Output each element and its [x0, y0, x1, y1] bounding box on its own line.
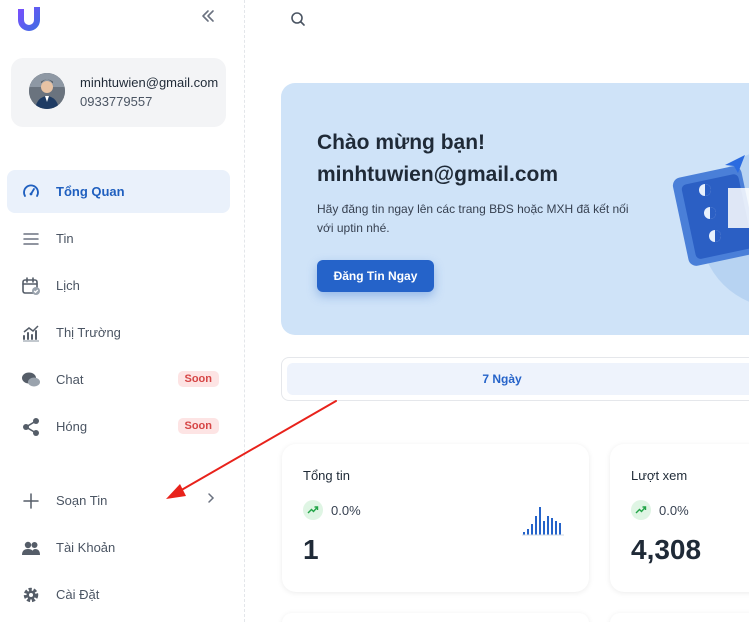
trend-up-icon	[631, 500, 651, 520]
app-root: minhtuwien@gmail.com 0933779557 Tổng Qua…	[0, 0, 749, 622]
profile-phone: 0933779557	[80, 94, 153, 109]
sparkline-chart	[522, 504, 568, 536]
stat-trend: 0.0%	[331, 503, 361, 518]
chevron-right-icon	[206, 491, 216, 508]
stat-value: 1	[303, 534, 319, 565]
profile-email: minhtuwien@gmail.com	[80, 75, 219, 90]
welcome-description: Hãy đăng tin ngay lên các trang BĐS hoặc…	[317, 202, 629, 235]
welcome-email: minhtuwien@gmail.com	[317, 163, 558, 186]
sidebar-item-label: Chat	[56, 372, 84, 387]
sidebar-item-chat[interactable]: Chat Soon	[7, 358, 230, 401]
profile-card[interactable]: minhtuwien@gmail.com 0933779557	[11, 58, 226, 127]
welcome-illustration	[670, 133, 749, 303]
sidebar-nav: Tổng Quan Tin Lịch Thị Trường Chat Soon …	[7, 170, 230, 452]
stat-title: Tổng tin	[303, 468, 350, 483]
stat-card-partial	[282, 613, 589, 622]
sidebar-item-thi-truong[interactable]: Thị Trường	[7, 311, 230, 354]
plus-icon	[21, 491, 41, 511]
collapse-sidebar-icon[interactable]	[198, 8, 218, 28]
sidebar-item-tin[interactable]: Tin	[7, 217, 230, 260]
calendar-check-icon	[21, 276, 41, 296]
welcome-banner: Chào mừng bạn! minhtuwien@gmail.com Hãy …	[281, 83, 749, 335]
welcome-title: Chào mừng bạn!	[317, 131, 486, 154]
sidebar-item-label: Tổng Quan	[56, 184, 125, 199]
stat-card-tong-tin: Tổng tin 0.0% 1	[282, 444, 589, 592]
sidebar-item-cai-dat[interactable]: Cài Đặt	[7, 573, 230, 616]
sidebar-item-label: Soạn Tin	[56, 493, 108, 508]
sidebar-item-label: Tài Khoản	[56, 540, 116, 555]
sidebar-item-hong[interactable]: Hóng Soon	[7, 405, 230, 448]
sidebar: minhtuwien@gmail.com 0933779557 Tổng Qua…	[0, 0, 245, 622]
stat-card-luot-xem: Lượt xem 0.0% 4,308	[610, 444, 749, 592]
market-chart-icon	[21, 323, 41, 343]
sidebar-item-lich[interactable]: Lịch	[7, 264, 230, 307]
soon-badge: Soon	[177, 418, 219, 434]
sidebar-item-label: Cài Đặt	[56, 587, 100, 602]
stat-value: 4,308	[631, 534, 702, 565]
tab-label: 7 Ngày	[482, 372, 522, 386]
share-nodes-icon	[21, 417, 41, 437]
search-icon[interactable]	[289, 10, 309, 30]
gear-icon	[21, 585, 41, 605]
soon-badge: Soon	[177, 371, 219, 387]
gauge-icon	[21, 182, 41, 202]
stat-trend: 0.0%	[659, 503, 689, 518]
tab-7-days[interactable]: 7 Ngày	[287, 363, 749, 395]
sidebar-item-label: Hóng	[56, 419, 88, 434]
post-now-button[interactable]: Đăng Tin Ngay	[317, 260, 434, 292]
avatar	[29, 73, 65, 109]
trend-up-icon	[303, 500, 323, 520]
menu-lines-icon	[21, 229, 41, 249]
sidebar-item-label: Lịch	[56, 278, 80, 293]
sidebar-item-soan-tin[interactable]: Soạn Tin	[7, 479, 230, 522]
sidebar-item-label: Thị Trường	[56, 325, 121, 340]
sidebar-item-tai-khoan[interactable]: Tài Khoản	[7, 526, 230, 569]
users-icon	[21, 538, 41, 558]
chat-bubbles-icon	[21, 370, 41, 390]
sidebar-item-tong-quan[interactable]: Tổng Quan	[7, 170, 230, 213]
app-logo[interactable]	[15, 5, 43, 33]
stat-card-partial	[610, 613, 749, 622]
sidebar-secondary-nav: Soạn Tin Tài Khoản Cài Đặt	[7, 479, 230, 620]
stat-title: Lượt xem	[631, 468, 688, 483]
time-range-tabs: 7 Ngày	[281, 357, 749, 401]
sidebar-item-label: Tin	[56, 231, 74, 246]
